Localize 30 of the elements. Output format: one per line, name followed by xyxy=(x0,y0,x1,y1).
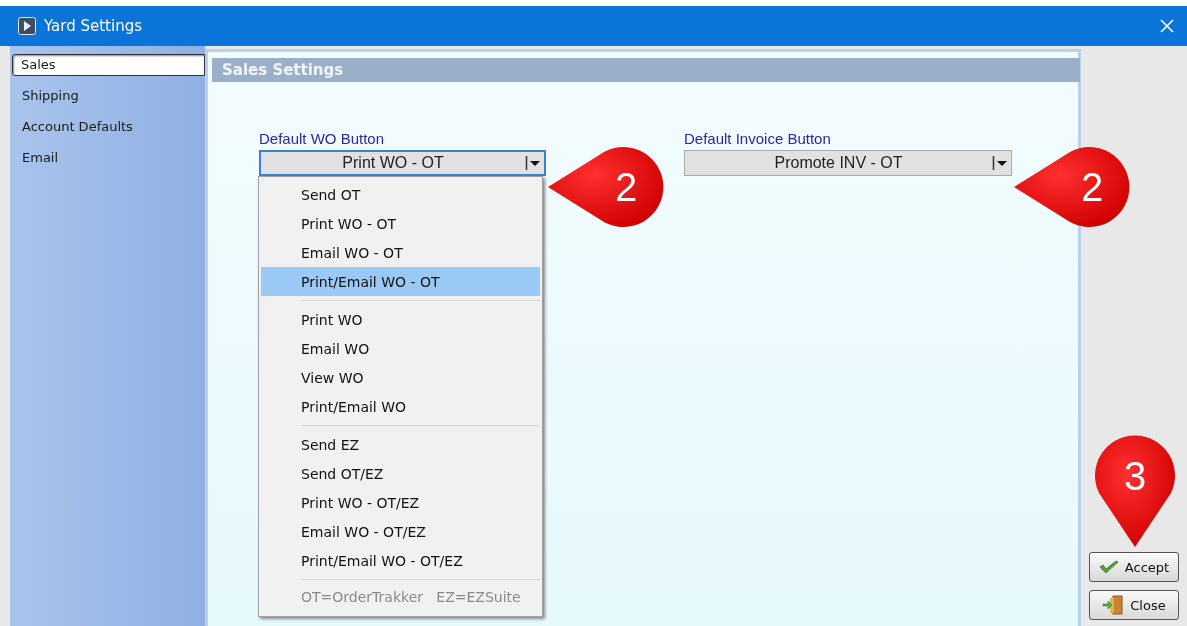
sidebar-item[interactable]: Sales xyxy=(12,54,205,76)
menu-item[interactable]: Email WO xyxy=(261,334,540,363)
sidebar-item[interactable]: Account Defaults xyxy=(12,116,205,138)
panel-header: Sales Settings xyxy=(212,58,1080,82)
menu-item[interactable]: Send OT/EZ xyxy=(261,459,540,488)
menu-item[interactable]: Send OT xyxy=(261,180,540,209)
dropdown[interactable]: Print WO - OT xyxy=(259,150,546,176)
app-icon xyxy=(18,17,36,35)
dropdown-arrow-icon xyxy=(525,155,541,171)
legend-text: OT=OrderTrakker EZ=EZSuite xyxy=(300,588,522,607)
menu-item[interactable]: Print/Email WO - OT xyxy=(261,267,540,296)
dropdown[interactable]: Promote INV - OT xyxy=(684,150,1012,176)
menu-item[interactable]: View WO xyxy=(261,363,540,392)
field-label: Default WO Button xyxy=(259,130,386,147)
close-button[interactable]: Close xyxy=(1089,590,1179,620)
menu-item[interactable]: Email WO - OT xyxy=(261,238,540,267)
dropdown-arrow-icon xyxy=(992,155,1008,171)
menu-item[interactable]: Print/Email WO xyxy=(261,392,540,421)
checkmark-icon xyxy=(1098,560,1119,574)
menu-item[interactable]: Print WO xyxy=(261,305,540,334)
menu-item[interactable]: Email WO - OT/EZ xyxy=(261,517,540,546)
window-title: Yard Settings xyxy=(44,17,142,35)
exit-door-icon xyxy=(1102,595,1125,615)
menu-item[interactable]: Print WO - OT/EZ xyxy=(261,488,540,517)
sidebar-item[interactable]: Shipping xyxy=(12,85,205,107)
menu-item[interactable]: Send EZ xyxy=(261,430,540,459)
menu-item[interactable]: Print WO - OT xyxy=(261,209,540,238)
menu-item[interactable]: Print/Email WO - OT/EZ xyxy=(261,546,540,575)
sidebar-item[interactable]: Email xyxy=(12,147,205,169)
field-label: Default Invoice Button xyxy=(684,130,832,147)
